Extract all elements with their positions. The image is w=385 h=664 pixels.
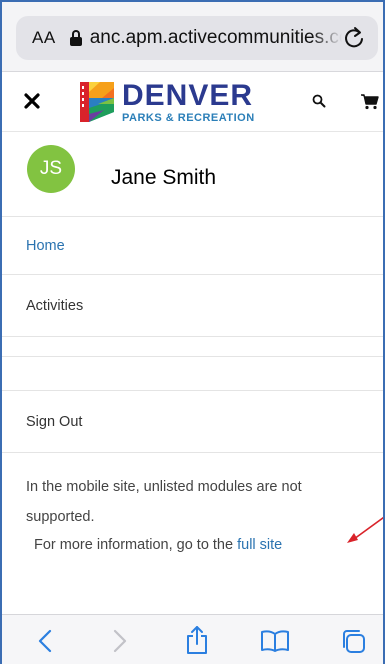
cart-icon[interactable]: [361, 94, 379, 110]
more-info-prefix: For more information, go to the: [34, 537, 234, 553]
tabs-icon[interactable]: [339, 627, 367, 655]
logo-title: DENVER: [122, 78, 254, 112]
close-icon[interactable]: [24, 93, 40, 109]
address-bar[interactable]: AA anc.apm.activecommunities.com: [16, 16, 378, 60]
reload-icon[interactable]: [342, 25, 366, 51]
browser-toolbar: [2, 614, 383, 664]
menu-item-blank[interactable]: [2, 337, 383, 357]
text-size-button[interactable]: AA: [32, 28, 56, 48]
more-info-text: For more information, go to the full sit…: [34, 537, 282, 553]
annotation-arrow-icon: [347, 516, 383, 543]
menu-item-sign-out[interactable]: Sign Out: [2, 391, 383, 453]
menu-item-label: Home: [26, 237, 65, 254]
url-text[interactable]: anc.apm.activecommunities.com: [90, 27, 342, 49]
lock-icon: [69, 30, 82, 46]
menu-item-home[interactable]: Home: [2, 217, 383, 275]
user-name: Jane Smith: [111, 166, 217, 189]
menu-item-activities[interactable]: Activities: [2, 275, 383, 337]
search-icon[interactable]: [312, 94, 326, 108]
menu-item-label: Sign Out: [26, 413, 83, 430]
denver-parks-logo[interactable]: DENVER PARKS & RECREATION: [78, 78, 255, 126]
user-profile: JS Jane Smith: [2, 133, 383, 217]
avatar[interactable]: JS: [27, 145, 75, 193]
full-site-link[interactable]: full site: [237, 537, 282, 553]
share-icon[interactable]: [185, 625, 209, 655]
back-icon[interactable]: [38, 629, 52, 653]
mobile-browser-frame: AA anc.apm.activecommunities.com DENVER …: [0, 0, 385, 664]
bookmarks-icon[interactable]: [260, 629, 290, 653]
site-header: DENVER PARKS & RECREATION: [2, 72, 383, 132]
menu-item-label: Activities: [26, 297, 84, 314]
logo-mark-icon: [80, 82, 114, 122]
unlisted-modules-notice: In the mobile site, unlisted modules are…: [26, 479, 302, 525]
menu-item-blank[interactable]: [2, 357, 383, 391]
logo-subtitle: PARKS & RECREATION: [122, 111, 255, 124]
browser-address-area: AA anc.apm.activecommunities.com: [2, 2, 383, 72]
forward-icon[interactable]: [113, 629, 127, 653]
